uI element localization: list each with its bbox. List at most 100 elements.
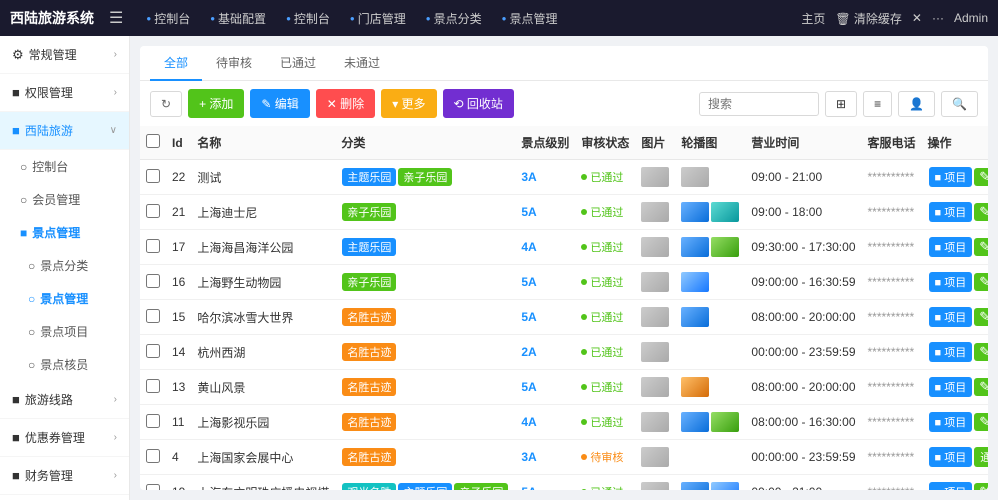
admin-label: Admin: [954, 11, 988, 25]
category-tag: 亲子乐园: [342, 203, 396, 221]
nav-item-attraction-category[interactable]: ●景点分类: [418, 6, 490, 31]
project-button[interactable]: ■ 项目: [929, 237, 973, 257]
row-select-checkbox[interactable]: [146, 449, 160, 463]
tab-bar: 全部 待审核 已通过 未通过: [140, 46, 988, 81]
carousel-thumb: [681, 272, 709, 292]
sidebar-item-coupon[interactable]: ■优惠券管理 ›: [0, 419, 129, 457]
row-image: [635, 440, 675, 475]
row-phone: **********: [862, 440, 922, 475]
sidebar-item-attraction-project[interactable]: ○景点项目: [0, 315, 129, 348]
edit-action-button[interactable]: ✎: [974, 308, 988, 326]
sidebar-item-permission[interactable]: ■权限管理 ›: [0, 74, 129, 112]
edit-button[interactable]: ✎ 编辑: [250, 89, 309, 118]
row-grade: 4A: [515, 230, 575, 265]
top-nav-right: 主页 🗑 清除缓存 ✕ ··· Admin: [801, 10, 988, 27]
row-select-checkbox[interactable]: [146, 414, 160, 428]
nav-item-dashboard[interactable]: ●控制台: [138, 6, 198, 31]
recover-button[interactable]: ⟲ 回收站: [443, 89, 514, 118]
more-dots[interactable]: ···: [932, 11, 944, 25]
row-select-checkbox[interactable]: [146, 379, 160, 393]
menu-toggle-icon[interactable]: ☰: [109, 8, 123, 28]
more-button[interactable]: ▾ 更多: [381, 89, 436, 118]
row-select-checkbox[interactable]: [146, 169, 160, 183]
tab-approved[interactable]: 已通过: [266, 46, 330, 81]
user-settings-button[interactable]: 👤: [898, 91, 935, 117]
table-row: 14杭州西湖名胜古迹2A已通过00:00:00 - 23:59:59******…: [140, 335, 988, 370]
add-button[interactable]: + 添加: [188, 89, 244, 118]
project-button[interactable]: ■ 项目: [929, 377, 973, 397]
sidebar-item-attraction-staff[interactable]: ○景点核员: [0, 348, 129, 381]
project-button[interactable]: ■ 项目: [929, 272, 973, 292]
row-status: 已通过: [575, 195, 635, 230]
sidebar-item-attraction-category[interactable]: ○景点分类: [0, 249, 129, 282]
sidebar-item-dashboard[interactable]: ○控制台: [0, 150, 129, 183]
carousel-thumb: [711, 237, 739, 257]
home-link[interactable]: 主页: [801, 10, 825, 27]
refresh-button[interactable]: ↻: [150, 91, 182, 117]
search-input[interactable]: [699, 92, 819, 116]
nav-item-attraction-manage[interactable]: ●景点管理: [494, 6, 566, 31]
sidebar-item-travel[interactable]: ■西陆旅游 ∨: [0, 112, 129, 150]
edit-action-button[interactable]: ✎: [974, 413, 988, 431]
project-button[interactable]: ■ 项目: [929, 447, 973, 467]
table-row: 13黄山风景名胜古迹5A已通过08:00:00 - 20:00:00******…: [140, 370, 988, 405]
nav-item-store[interactable]: ●门店管理: [342, 6, 414, 31]
row-phone: **********: [862, 230, 922, 265]
approve-button[interactable]: 通过: [974, 447, 988, 467]
project-button[interactable]: ■ 项目: [929, 342, 973, 362]
col-carousel: 轮播图: [675, 126, 745, 160]
image-thumb: [641, 307, 669, 327]
row-name: 上海野生动物园: [191, 265, 335, 300]
row-select-checkbox[interactable]: [146, 309, 160, 323]
clear-cache-btn[interactable]: 🗑 清除缓存: [835, 10, 902, 27]
edit-action-button[interactable]: ✎: [974, 273, 988, 291]
tab-all[interactable]: 全部: [150, 46, 202, 81]
row-select-checkbox[interactable]: [146, 204, 160, 218]
search-button[interactable]: 🔍: [941, 91, 978, 117]
row-select-checkbox[interactable]: [146, 484, 160, 491]
row-select-checkbox[interactable]: [146, 344, 160, 358]
table-row: 11上海影视乐园名胜古迹4A已通过08:00:00 - 16:30:00****…: [140, 405, 988, 440]
sidebar-item-general[interactable]: ⚙常规管理 ›: [0, 36, 129, 74]
sidebar-item-attraction-manage[interactable]: ○景点管理: [0, 282, 129, 315]
tab-pending[interactable]: 待审核: [202, 46, 266, 81]
project-button[interactable]: ■ 项目: [929, 482, 973, 490]
layout-grid-button[interactable]: ⊞: [825, 91, 857, 117]
tab-rejected[interactable]: 未通过: [330, 46, 394, 81]
nav-item-base-config[interactable]: ●基础配置: [202, 6, 274, 31]
project-button[interactable]: ■ 项目: [929, 202, 973, 222]
edit-action-button[interactable]: ✎: [974, 343, 988, 361]
gear-icon: ⚙: [12, 47, 24, 63]
row-select-checkbox[interactable]: [146, 239, 160, 253]
sidebar-item-route[interactable]: ■旅游线路 ›: [0, 381, 129, 419]
select-all-checkbox[interactable]: [146, 134, 160, 148]
project-button[interactable]: ■ 项目: [929, 412, 973, 432]
close-icon[interactable]: ✕: [912, 11, 922, 25]
chevron-icon: ›: [114, 87, 117, 98]
project-button[interactable]: ■ 项目: [929, 167, 973, 187]
sidebar-item-finance[interactable]: ■财务管理 ›: [0, 457, 129, 495]
edit-action-button[interactable]: ✎: [974, 238, 988, 256]
sidebar-item-order[interactable]: ■订单管理 ›: [0, 495, 129, 500]
row-tags: 名胜古迹: [335, 405, 515, 440]
sidebar-item-attraction[interactable]: ■景点管理: [0, 216, 129, 249]
row-status: 已通过: [575, 335, 635, 370]
row-name: 上海海昌海洋公园: [191, 230, 335, 265]
row-tags: 名胜古迹: [335, 440, 515, 475]
project-button[interactable]: ■ 项目: [929, 307, 973, 327]
sidebar-item-member[interactable]: ○会员管理: [0, 183, 129, 216]
edit-action-button[interactable]: ✎: [974, 168, 988, 186]
row-time: 09:00 - 21:00: [745, 475, 861, 491]
edit-action-button[interactable]: ✎: [974, 483, 988, 490]
row-name: 测试: [191, 160, 335, 195]
layout-list-button[interactable]: ≡: [863, 91, 892, 117]
row-actions: ■ 项目✎✕: [922, 195, 988, 230]
edit-action-button[interactable]: ✎: [974, 203, 988, 221]
row-select-checkbox[interactable]: [146, 274, 160, 288]
circle-icon: ○: [28, 259, 35, 273]
edit-action-button[interactable]: ✎: [974, 378, 988, 396]
nav-item-control[interactable]: ●控制台: [278, 6, 338, 31]
delete-button[interactable]: ✕ 删除: [316, 89, 375, 118]
status-badge: 已通过: [581, 204, 623, 220]
row-grade: 5A: [515, 265, 575, 300]
